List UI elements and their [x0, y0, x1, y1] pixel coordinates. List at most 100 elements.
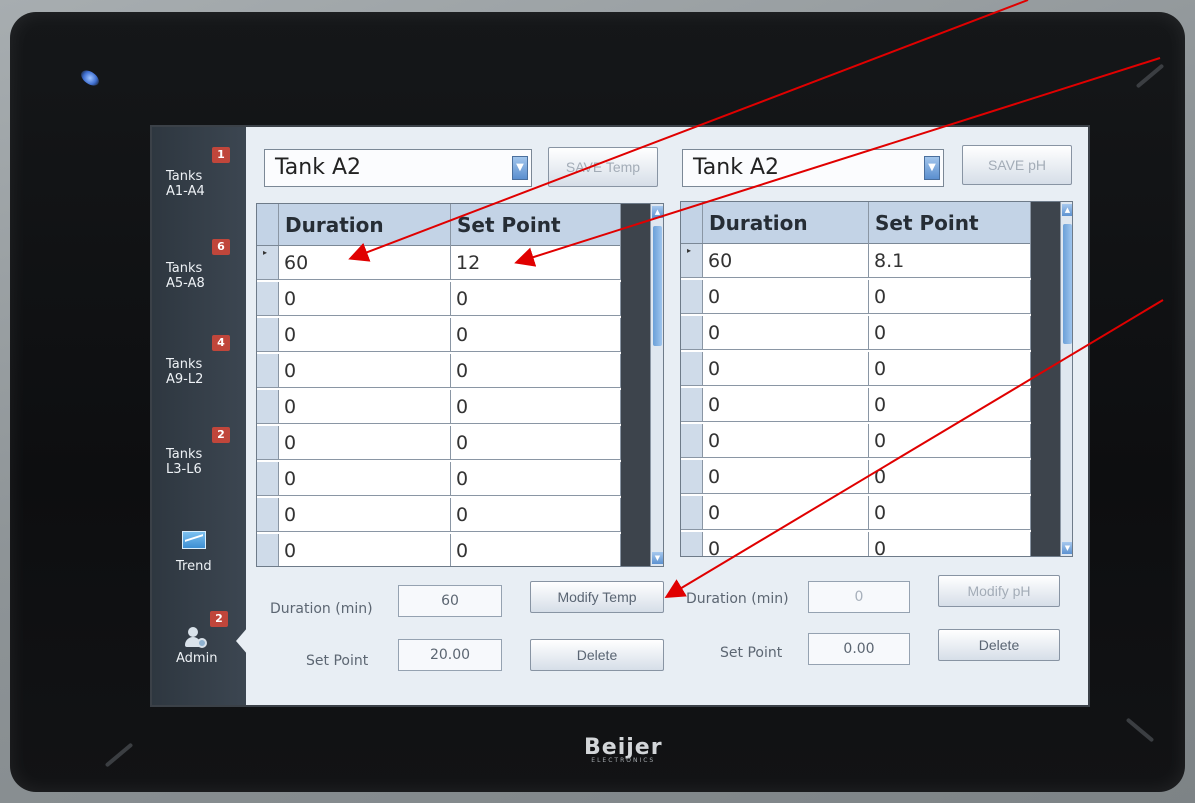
table-row[interactable]: 00	[257, 282, 621, 316]
row-selector[interactable]	[681, 352, 703, 385]
cell-set-point[interactable]: 0	[451, 282, 621, 315]
ph-duration-input[interactable]: 0	[808, 581, 910, 613]
row-selector[interactable]	[681, 388, 703, 421]
table-row[interactable]: ▸ 60 8.1	[681, 244, 1031, 278]
chevron-down-icon[interactable]: ▼	[512, 156, 528, 180]
row-selector[interactable]	[257, 534, 279, 566]
row-selector[interactable]	[681, 316, 703, 349]
cell-duration[interactable]: 0	[703, 316, 869, 349]
table-row[interactable]: 00	[681, 280, 1031, 314]
cell-duration[interactable]: 0	[703, 388, 869, 421]
cell-set-point[interactable]: 0	[869, 388, 1031, 421]
scroll-up-icon[interactable]: ▲	[652, 206, 663, 218]
cell-duration[interactable]: 0	[703, 532, 869, 556]
cell-set-point[interactable]: 0	[451, 498, 621, 531]
cell-duration[interactable]: 0	[279, 354, 451, 387]
row-selector[interactable]	[681, 460, 703, 493]
save-temp-button[interactable]: SAVE Temp	[548, 147, 658, 187]
cell-duration[interactable]: 0	[703, 280, 869, 313]
cell-set-point[interactable]: 8.1	[869, 244, 1031, 277]
row-selector[interactable]	[257, 390, 279, 423]
row-selector[interactable]	[681, 496, 703, 529]
cell-duration[interactable]: 0	[279, 462, 451, 495]
cell-set-point[interactable]: 0	[869, 460, 1031, 493]
cell-set-point[interactable]: 0	[869, 352, 1031, 385]
cell-duration[interactable]: 0	[279, 426, 451, 459]
temp-tank-select[interactable]: Tank A2 ▼	[264, 149, 532, 187]
row-selector[interactable]	[257, 498, 279, 531]
sidebar-item-tanks-a5-a8[interactable]: 6 Tanks A5-A8	[152, 239, 246, 329]
cell-set-point[interactable]: 0	[451, 462, 621, 495]
row-selector[interactable]	[257, 462, 279, 495]
table-row[interactable]: 00	[257, 318, 621, 352]
cell-set-point[interactable]: 0	[869, 280, 1031, 313]
cell-set-point[interactable]: 0	[451, 318, 621, 351]
row-selector[interactable]	[681, 532, 703, 556]
table-row[interactable]: 00	[257, 390, 621, 424]
table-row[interactable]: 00	[257, 426, 621, 460]
cell-duration[interactable]: 0	[279, 390, 451, 423]
temp-table-scrollbar[interactable]: ▲ ▼	[650, 204, 663, 566]
cell-duration[interactable]: 0	[703, 424, 869, 457]
cell-set-point[interactable]: 0	[451, 534, 621, 566]
temp-duration-input[interactable]: 60	[398, 585, 502, 617]
ph-setpoint-input[interactable]: 0.00	[808, 633, 910, 665]
row-selector[interactable]: ▸	[257, 246, 279, 279]
cell-set-point[interactable]: 0	[869, 316, 1031, 349]
cell-set-point[interactable]: 0	[869, 496, 1031, 529]
table-row[interactable]: 00	[257, 462, 621, 496]
row-selector[interactable]	[257, 282, 279, 315]
delete-ph-button[interactable]: Delete	[938, 629, 1060, 661]
sidebar-item-trend[interactable]: Trend	[152, 531, 246, 621]
cell-duration[interactable]: 0	[279, 318, 451, 351]
ph-tank-select[interactable]: Tank A2 ▼	[682, 149, 944, 187]
cell-set-point[interactable]: 0	[451, 426, 621, 459]
scroll-up-icon[interactable]: ▲	[1062, 204, 1072, 216]
cell-set-point[interactable]: 0	[451, 354, 621, 387]
temp-setpoint-input[interactable]: 20.00	[398, 639, 502, 671]
cell-set-point[interactable]: 0	[869, 532, 1031, 556]
cell-set-point[interactable]: 12	[451, 246, 621, 279]
modify-ph-button[interactable]: Modify pH	[938, 575, 1060, 607]
scroll-thumb[interactable]	[653, 226, 662, 346]
table-row[interactable]: 00	[681, 352, 1031, 386]
cell-duration[interactable]: 0	[279, 534, 451, 566]
scroll-down-icon[interactable]: ▼	[652, 552, 663, 564]
scroll-thumb[interactable]	[1063, 224, 1072, 344]
delete-temp-button[interactable]: Delete	[530, 639, 664, 671]
sidebar-item-tanks-l3-l6[interactable]: 2 Tanks L3-L6	[152, 427, 246, 517]
table-row[interactable]: 00	[681, 424, 1031, 458]
table-row[interactable]: 00	[257, 354, 621, 388]
cell-duration[interactable]: 0	[703, 460, 869, 493]
sidebar-item-tanks-a1-a4[interactable]: 1 Tanks A1-A4	[152, 147, 246, 237]
sidebar-item-tanks-a9-l2[interactable]: 4 Tanks A9-L2	[152, 335, 246, 425]
modify-temp-button[interactable]: Modify Temp	[530, 581, 664, 613]
cell-duration[interactable]: 0	[279, 282, 451, 315]
cell-duration[interactable]: 0	[279, 498, 451, 531]
row-selector[interactable]	[681, 424, 703, 457]
cell-set-point[interactable]: 0	[869, 424, 1031, 457]
sidebar-item-admin[interactable]: 2 Admin	[152, 611, 246, 701]
cell-duration[interactable]: 0	[703, 496, 869, 529]
table-row[interactable]: 00	[681, 496, 1031, 530]
cell-duration[interactable]: 60	[703, 244, 869, 277]
cell-duration[interactable]: 60	[279, 246, 451, 279]
row-selector[interactable]	[257, 354, 279, 387]
table-row[interactable]: 00	[681, 460, 1031, 494]
table-row[interactable]: 00	[681, 316, 1031, 350]
cell-duration[interactable]: 0	[703, 352, 869, 385]
row-selector[interactable]	[681, 280, 703, 313]
table-row[interactable]: 00	[257, 534, 621, 566]
scroll-down-icon[interactable]: ▼	[1062, 542, 1072, 554]
row-selector[interactable]	[257, 318, 279, 351]
ph-table-scrollbar[interactable]: ▲ ▼	[1060, 202, 1072, 556]
table-row[interactable]: ▸ 60 12	[257, 246, 621, 280]
table-row[interactable]: 00	[681, 388, 1031, 422]
table-row[interactable]: 00	[681, 532, 1031, 556]
cell-set-point[interactable]: 0	[451, 390, 621, 423]
table-row[interactable]: 00	[257, 498, 621, 532]
save-ph-button[interactable]: SAVE pH	[962, 145, 1072, 185]
row-selector[interactable]: ▸	[681, 244, 703, 277]
chevron-down-icon[interactable]: ▼	[924, 156, 940, 180]
row-selector[interactable]	[257, 426, 279, 459]
